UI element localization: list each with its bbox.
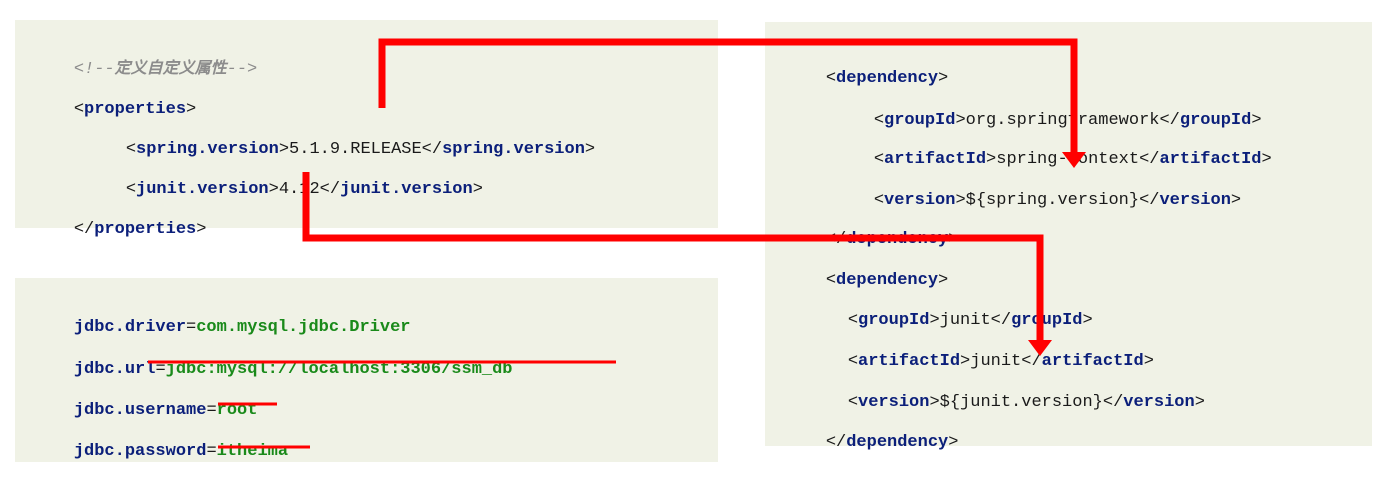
dependency2-artifactid-value: junit bbox=[970, 352, 1022, 371]
jdbc-driver-value: com.mysql.jdbc.Driver bbox=[196, 318, 411, 337]
jdbc-password-key: jdbc.password bbox=[73, 442, 207, 461]
dependency1-version-value: ${spring.version} bbox=[965, 191, 1140, 210]
comment-open: <!-- bbox=[73, 60, 115, 79]
comment-text: 定义自定义属性 bbox=[114, 58, 227, 77]
dependency2-close-line: </dependency> bbox=[825, 433, 959, 452]
jdbc-url-value: jdbc:mysql://localhost:3306/ssm_db bbox=[165, 360, 513, 379]
properties-close-line: </properties> bbox=[73, 220, 207, 239]
junit-version-tag: junit.version bbox=[136, 180, 269, 199]
dependency1-artifactid-value: spring-context bbox=[996, 150, 1140, 169]
jdbc-url-key: jdbc.url bbox=[73, 360, 156, 379]
jdbc-properties-panel: jdbc.driver=com.mysql.jdbc.Driver jdbc.u… bbox=[15, 278, 718, 462]
dependencies-code-panel: <dependency> <groupId>org.springframewor… bbox=[765, 22, 1372, 452]
junit-version-value: 4.12 bbox=[278, 180, 320, 199]
jdbc-driver-key: jdbc.driver bbox=[73, 318, 187, 337]
jdbc-username-value: root bbox=[216, 401, 258, 420]
dependency1-groupid-value: org.springframework bbox=[965, 111, 1160, 130]
jdbc-password-value: itheima bbox=[216, 442, 289, 461]
jdbc-password-line: jdbc.password=itheima bbox=[73, 442, 289, 461]
comment-close: --> bbox=[226, 60, 258, 79]
spring-version-value: 5.1.9.RELEASE bbox=[289, 140, 422, 159]
dependency2-groupid-value: junit bbox=[939, 311, 991, 330]
dependency2-version-value: ${junit.version} bbox=[939, 393, 1103, 412]
properties-code-panel: <!--定义自定义属性--> <properties> <spring.vers… bbox=[15, 20, 718, 239]
spring-version-tag: spring.version bbox=[136, 140, 279, 159]
jdbc-username-key: jdbc.username bbox=[73, 401, 207, 420]
properties-tag: properties bbox=[84, 100, 187, 119]
